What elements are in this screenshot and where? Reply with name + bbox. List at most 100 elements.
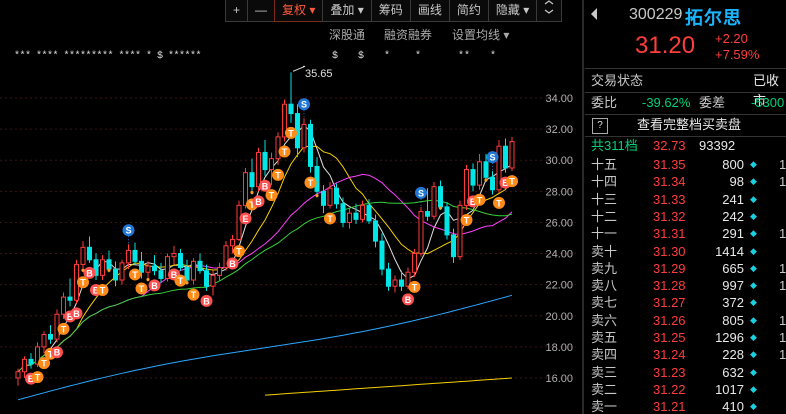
ask-level-label: 卖五 [591,330,618,345]
ask-level-row[interactable]: 卖六 31.26 805 ◆ 1 [585,312,786,329]
order-ratio-row: 委比 -39.62% 委差 -5300 [585,93,786,113]
candle-up [301,123,307,149]
ask-level-row[interactable]: 卖三 31.23 632 ◆ [585,364,786,381]
candle-down [262,151,268,171]
ask-level-label: 卖十 [591,243,618,259]
ask-level-row[interactable]: 十二 31.32 242 ◆ [585,208,786,225]
simple-mode-button[interactable]: 简约 [448,0,489,22]
shenzhen-connect-link[interactable]: 深股通 [329,26,365,43]
badge-letter: B [262,181,269,191]
ask-level-row[interactable]: 卖十 31.30 1414 ◆ [585,243,786,260]
zoom-out-button[interactable]: — [247,0,276,22]
ask-level-row[interactable]: 卖五 31.25 1296 ◆ 1 [585,329,786,346]
candle-up [431,186,437,217]
signal-dot [315,193,319,198]
ask-level-price: 31.23 [653,364,686,380]
ask-level-row[interactable]: 卖九 31.29 665 ◆ 1 [585,260,786,277]
ask-level-tail: 1 [779,174,786,190]
ask-level-row[interactable]: 卖四 31.24 228 ◆ 1 [585,346,786,363]
candle-up [268,158,275,171]
ask-level-label: 十五 [591,157,618,172]
ask-level-price: 31.26 [653,312,686,328]
ask-level-row[interactable]: 卖二 31.22 1017 ◆ [585,381,786,398]
badge-letter: T [80,278,86,288]
ask-level-volume: 1414 [715,243,744,259]
kline-canvas[interactable]: 34.00 32.00 30.00 28.00 26.00 24.00 22.00 20.00… [0,0,582,414]
badge-letter: S [489,153,495,163]
stock-code: 300229 [629,6,683,23]
zoom-in-button[interactable]: + [225,0,249,22]
level-diamond-icon: ◆ [750,401,757,412]
ask-level-row[interactable]: 卖八 31.28 997 ◆ 1 [585,277,786,294]
candle-down [320,190,327,206]
ask-level-row[interactable]: 十四 31.34 98 ◆ 1 [585,173,786,190]
panel-divider[interactable] [582,0,584,414]
chart-sub-labels: 深股通 融资融券 设置均线 ▾ [0,26,520,42]
overlay-button[interactable]: 叠加 ▾ [322,0,372,22]
candle-down [340,203,346,223]
event-marker: $ [358,50,364,62]
badge-letter: S [418,188,424,198]
badge-letter: T [327,214,333,224]
candle-down [158,270,164,279]
candle-up [171,253,177,258]
stock-name[interactable]: 拓尔思 [685,4,742,30]
ask-level-row[interactable]: 十一 31.31 291 ◆ 1 [585,225,786,242]
candle-down [138,260,145,273]
event-marker: * [384,50,390,62]
kline-chart[interactable]: 34.00 32.00 30.00 28.00 26.00 24.00 22.00 20.00… [0,0,582,414]
change-amount: +2.20 [715,31,748,46]
ask-level-row[interactable]: 十五 31.35 800 ◆ 1 [585,156,786,173]
ask-level-label: 卖二 [591,381,618,397]
candle-up [21,358,28,373]
level-diamond-icon: ◆ [750,176,757,187]
badge-letter: T [477,195,483,205]
hide-button[interactable]: 隐藏 ▾ [487,0,538,22]
badge-letter: T [61,324,67,334]
ask-level-label: 十二 [591,208,618,224]
y-tick-label: 20.00 [545,311,573,323]
event-marker: * [415,50,421,62]
ma-settings-caret-icon: ▾ [503,28,510,42]
y-tick-label: 26.00 [545,217,573,229]
candle-down [203,270,210,287]
panel-separator [585,68,786,69]
level-diamond-icon: ◆ [750,193,757,204]
badge-letter: T [308,178,314,188]
candle-up [41,333,47,348]
level-diamond-icon: ◆ [750,262,757,273]
draw-line-button[interactable]: 画线 [409,0,450,22]
collapse-arrows-icon[interactable] [536,0,563,22]
signal-dot [250,190,254,195]
ask-level-row[interactable]: 卖七 31.27 372 ◆ [585,294,786,311]
level-diamond-icon: ◆ [750,280,757,291]
help-icon[interactable]: ? [592,118,608,134]
event-markers-row: *** **** ********* **** * $ ****** [14,50,201,62]
ma-settings-link[interactable]: 设置均线 ▾ [452,26,509,43]
ask-level-label: 十三 [591,191,618,207]
restore-rights-button[interactable]: 复权 ▾ [274,0,324,22]
candle-down [28,358,34,365]
panel-expand-icon[interactable] [591,8,597,20]
ask-level-row[interactable]: 十三 31.33 241 ◆ [585,191,786,208]
ask-level-row[interactable]: 卖一 31.21 410 ◆ [585,398,786,414]
full-book-row[interactable]: ? 查看完整档买卖盘 [585,115,786,135]
full-book-link[interactable]: 查看完整档买卖盘 [637,115,741,135]
badge-letter: T [132,270,138,280]
candle-up [236,204,242,241]
margin-trading-link[interactable]: 融资融券 [384,26,432,43]
ask-level-volume: 800 [722,157,744,172]
ma60-line [17,294,513,401]
candle-up [392,279,398,287]
ask-level-volume: 632 [722,364,744,380]
badge-letter: T [269,191,275,201]
ask-level-price: 31.22 [653,381,686,397]
chips-button[interactable]: 筹码 [370,0,411,22]
badge-letter: B [229,259,236,269]
hide-caret-icon: ▾ [523,3,530,17]
candle-up [145,265,151,273]
ask-level-label: 卖三 [591,364,618,380]
signal-dot [438,206,443,210]
ask-level-tail: 1 [779,330,786,345]
badge-letter: T [236,247,242,257]
